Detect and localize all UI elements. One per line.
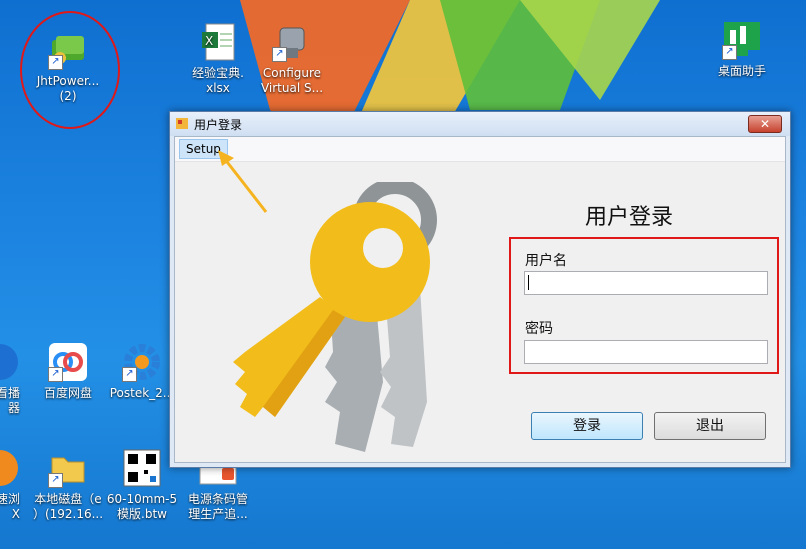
- shortcut-arrow-icon: ↗: [48, 473, 63, 488]
- shortcut-arrow-icon: ↗: [122, 367, 137, 382]
- qr-code-file-icon: [122, 448, 162, 488]
- desktop-icon-label: 桌面助手: [717, 64, 766, 78]
- keys-illustration-icon: [233, 182, 437, 452]
- network-folder-icon: ↗: [48, 448, 88, 488]
- desktop-icon-excel[interactable]: X 经验宝典. xlsx: [176, 22, 260, 96]
- window-titlebar[interactable]: 用户登录 ✕: [170, 112, 790, 136]
- desktop-icon-label: 经验宝典. xlsx: [192, 66, 244, 95]
- svg-text:X: X: [205, 34, 213, 48]
- cloud-disk-icon: ↗: [48, 342, 88, 382]
- desktop-icon-label: 本地磁盘（e ）(192.16...: [32, 492, 104, 521]
- desktop-icon-label: 电源条码管 理生产追...: [187, 492, 248, 521]
- excel-file-icon: X: [198, 22, 238, 62]
- annotation-rectangle: [509, 237, 779, 374]
- shortcut-arrow-icon: ↗: [272, 47, 287, 62]
- desktop-icon-label: Configure Virtual S...: [260, 66, 324, 95]
- login-button[interactable]: 登录: [531, 412, 643, 440]
- monitor-icon: ↗: [722, 20, 762, 60]
- desktop-icon-label: 百度网盘: [43, 386, 92, 400]
- annotation-arrow-icon: [218, 150, 268, 213]
- shortcut-arrow-icon: ↗: [48, 367, 63, 382]
- exit-button[interactable]: 退出: [654, 412, 766, 440]
- window-title: 用户登录: [194, 118, 243, 132]
- login-heading: 用户登录: [585, 205, 674, 230]
- player-icon: [0, 342, 20, 382]
- serial-port-icon: ↗: [272, 22, 312, 62]
- desktop-icon-configure-virtual[interactable]: ↗ Configure Virtual S...: [250, 22, 334, 96]
- gear-icon: ↗: [122, 342, 162, 382]
- app-logo-icon: [176, 118, 188, 129]
- desktop-icon-local-disk[interactable]: ↗ 本地磁盘（e ）(192.16...: [26, 448, 110, 522]
- desktop-icon-label: 60-10mm-5 模版.btw: [106, 492, 178, 521]
- desktop-icon-desktop-helper[interactable]: ↗ 桌面助手: [700, 20, 784, 79]
- close-button[interactable]: ✕: [748, 115, 782, 133]
- annotation-ellipse: [20, 11, 120, 129]
- shortcut-arrow-icon: ↗: [722, 45, 737, 60]
- desktop-icon-baidu-netdisk[interactable]: ↗ 百度网盘: [26, 342, 110, 401]
- browser-icon: [0, 448, 20, 488]
